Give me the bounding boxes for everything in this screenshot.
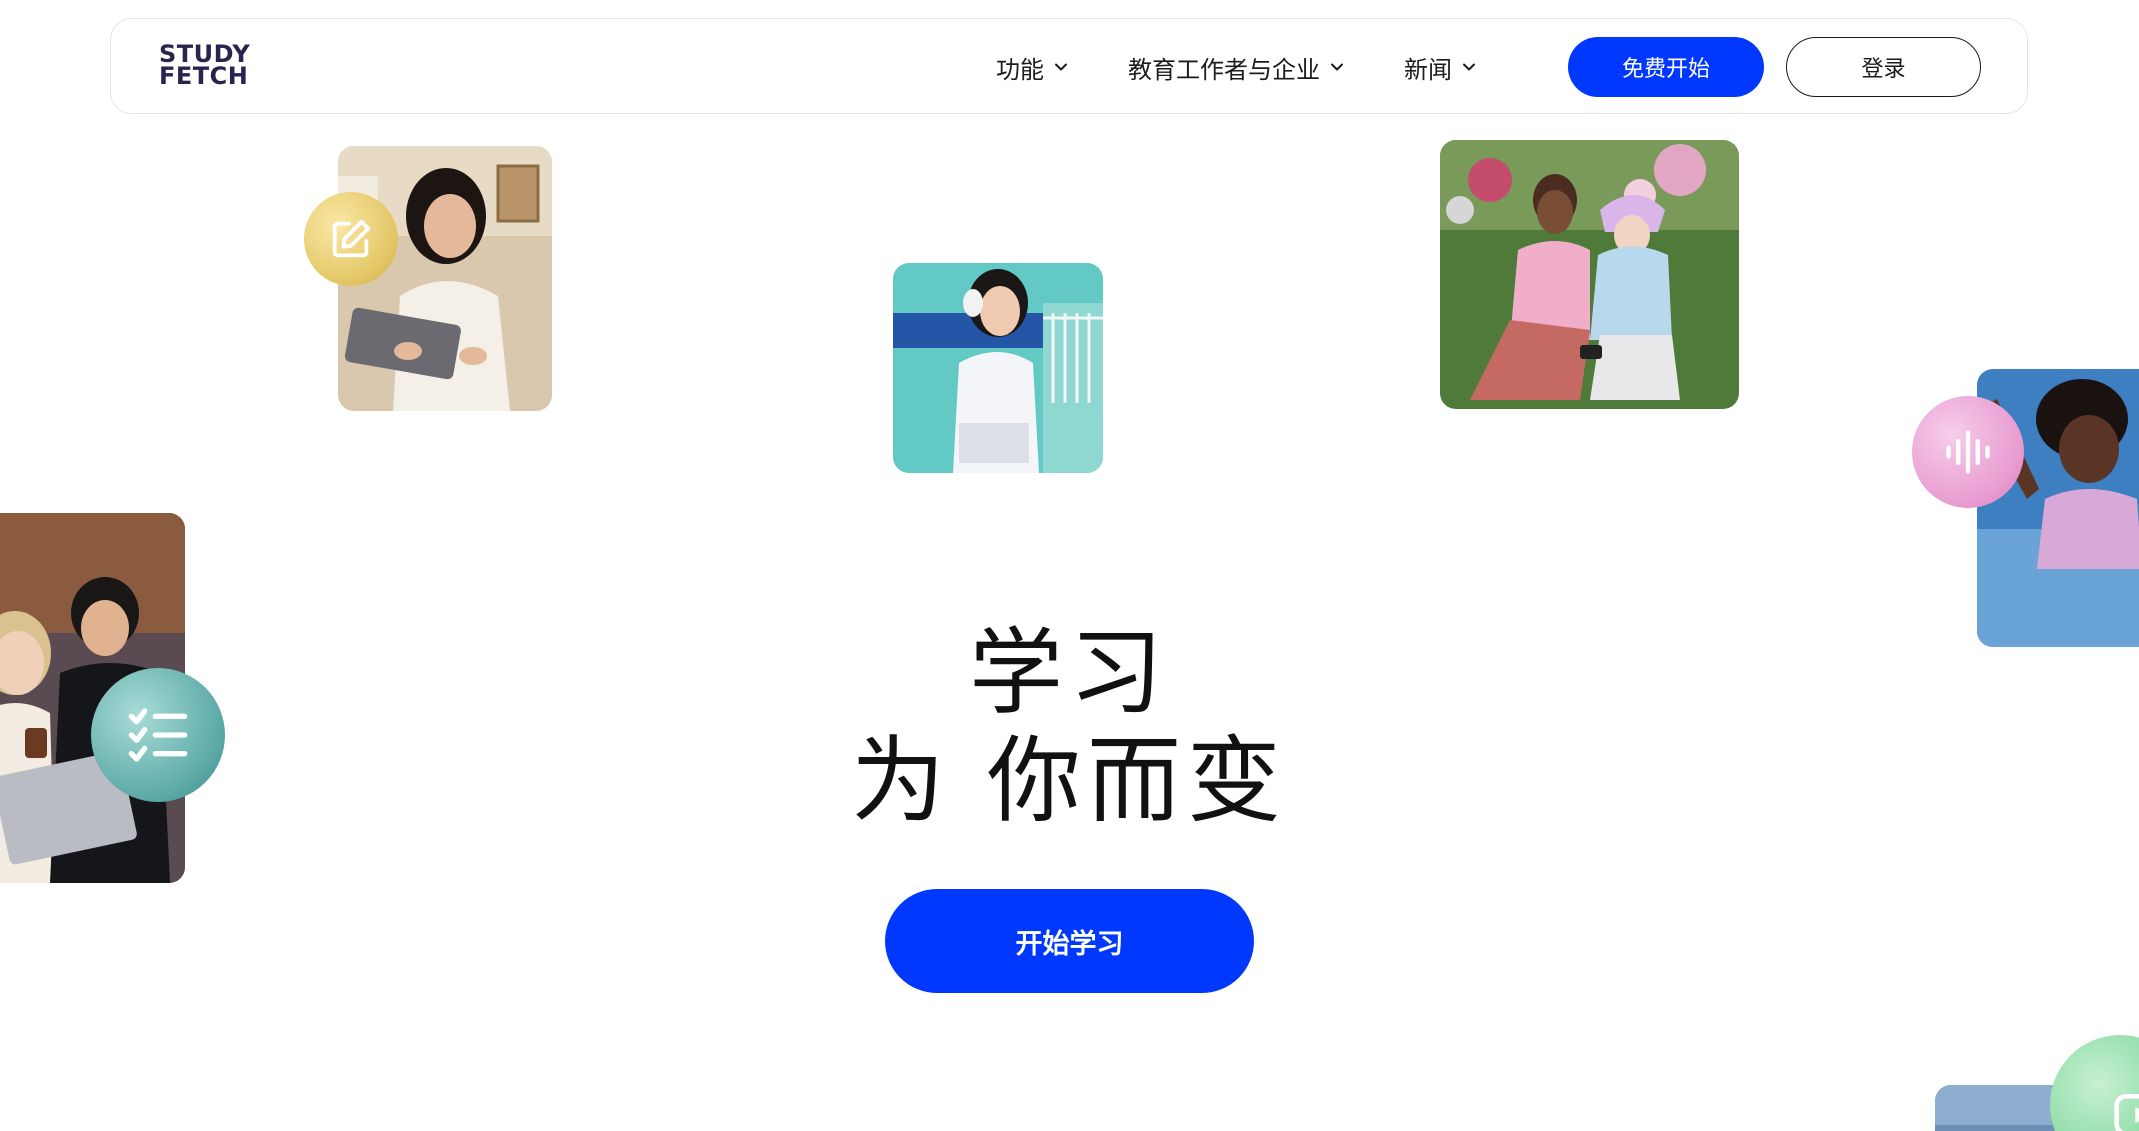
play-icon — [2114, 1094, 2139, 1131]
nav-item-label: 功能 — [996, 55, 1044, 84]
hero-heading: 学习 为 你而变 — [769, 620, 1369, 836]
studyfetch-logo[interactable]: STUDY FETCH — [159, 42, 269, 93]
login-button[interactable]: 登录 — [1786, 37, 1981, 97]
chevron-down-icon — [1463, 63, 1475, 71]
hero-heading-line-1: 学习 — [968, 619, 1169, 728]
nav-item-features[interactable]: 功能 — [996, 50, 1068, 85]
nav-item-label: 教育工作者与企业 — [1128, 55, 1320, 84]
nav-item-news[interactable]: 新闻 — [1404, 50, 1476, 85]
nav-item-educators-business[interactable]: 教育工作者与企业 — [1128, 50, 1344, 85]
audio-waveform-icon — [1946, 430, 1990, 474]
chevron-down-icon — [1055, 63, 1067, 71]
nav-item-label: 新闻 — [1404, 55, 1452, 84]
start-learning-button[interactable]: 开始学习 — [885, 889, 1254, 993]
page: STUDY FETCH 功能 教育工作者与企业 新闻 免费开始 登录 学习 为 … — [0, 0, 2139, 1131]
top-navbar: STUDY FETCH 功能 教育工作者与企业 新闻 免费开始 登录 — [110, 18, 2028, 114]
edit-icon — [332, 219, 371, 258]
checklist-icon — [128, 708, 188, 762]
photo-friends-on-grass — [1440, 140, 1739, 409]
chevron-down-icon — [1331, 63, 1343, 71]
logo-line-2: FETCH — [159, 62, 249, 90]
signup-free-button[interactable]: 免费开始 — [1568, 37, 1764, 97]
checklist-feature-badge — [91, 668, 225, 802]
video-feature-badge — [2050, 1035, 2139, 1131]
nav-links: 功能 教育工作者与企业 新闻 — [996, 19, 1476, 115]
edit-feature-badge — [304, 192, 398, 286]
audio-feature-badge — [1912, 396, 2024, 508]
photo-woman-with-headphones — [893, 263, 1103, 473]
hero-heading-line-2: 为 你而变 — [851, 727, 1287, 836]
